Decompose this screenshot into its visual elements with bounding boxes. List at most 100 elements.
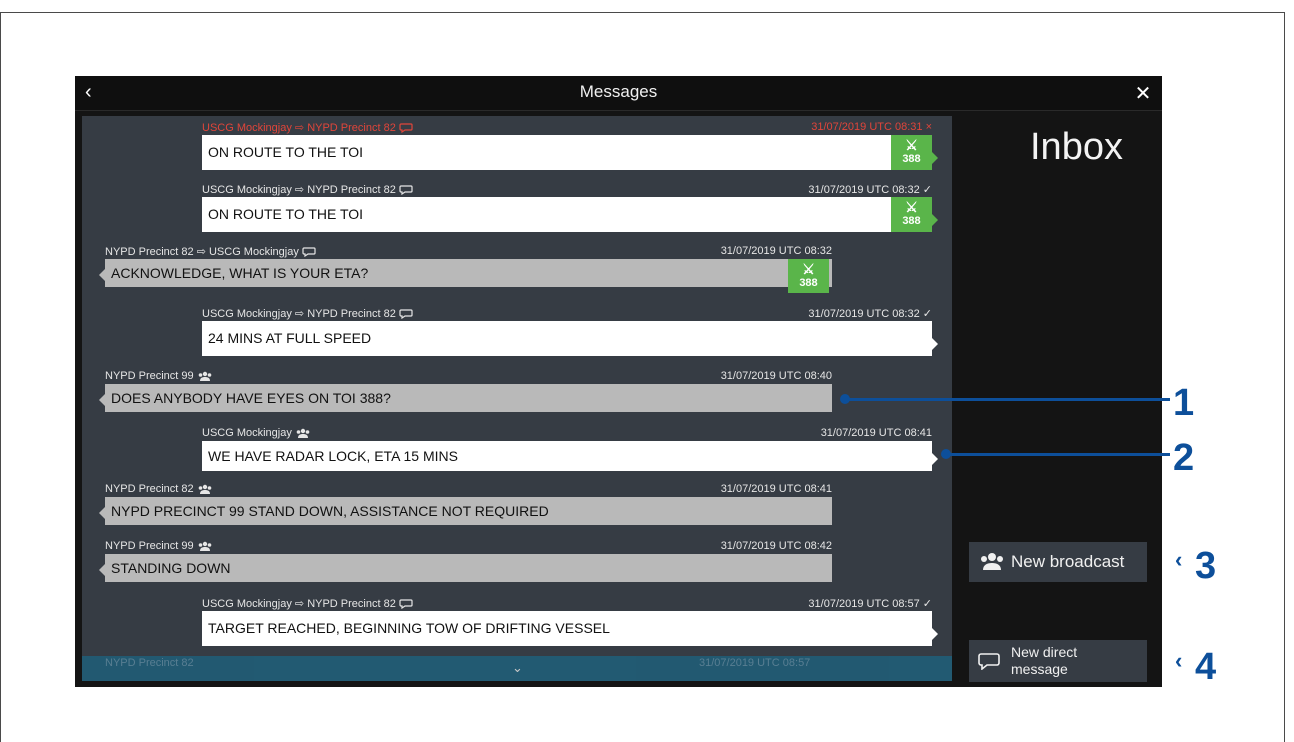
target-link-badge[interactable]: ⚔ 388 xyxy=(788,259,829,293)
message-sender: USCG Mockingjay xyxy=(202,427,311,439)
message-list[interactable]: USCG Mockingjay ⇨ NYPD Precinct 82 31/07… xyxy=(82,116,952,681)
message-text: WE HAVE RADAR LOCK, ETA 15 MINS xyxy=(208,448,458,464)
target-link-badge[interactable]: ⚔ 388 xyxy=(891,197,932,232)
bubble-tail xyxy=(932,152,938,164)
message-sender: USCG Mockingjay ⇨ NYPD Precinct 82 xyxy=(202,307,413,320)
message-text: DOES ANYBODY HAVE EYES ON TOI 388? xyxy=(111,390,391,406)
direct-message-icon xyxy=(978,653,1000,670)
message-item[interactable]: USCG Mockingjay ⇨ NYPD Precinct 82 31/07… xyxy=(202,182,938,234)
message-sender: NYPD Precinct 99 xyxy=(105,370,213,382)
bubble-tail xyxy=(932,628,938,640)
message-bubble: 24 MINS AT FULL SPEED xyxy=(202,321,938,356)
link-icon: ⚔ xyxy=(905,199,918,215)
bubble-tail xyxy=(932,453,938,465)
message-text: ON ROUTE TO THE TOI xyxy=(208,144,364,160)
message-time: 31/07/2019 UTC 08:31 × xyxy=(811,121,932,133)
message-time: 31/07/2019 UTC 08:32 xyxy=(720,245,832,257)
message-sender: NYPD Precinct 82 ⇨ USCG Mockingjay xyxy=(105,245,316,258)
message-header: NYPD Precinct 82 ⇨ USCG Mockingjay 31/07… xyxy=(105,244,832,258)
bubble-tail xyxy=(99,507,105,519)
message-time: 31/07/2019 UTC 08:32 ✓ xyxy=(808,184,932,196)
message-text: ACKNOWLEDGE, WHAT IS YOUR ETA? xyxy=(111,265,369,281)
message-time: 31/07/2019 UTC 08:57 xyxy=(699,657,811,669)
message-bubble: ON ROUTE TO THE TOI ⚔ 388 xyxy=(202,197,938,232)
message-header: USCG Mockingjay ⇨ NYPD Precinct 82 31/07… xyxy=(202,596,932,610)
callout-2-line xyxy=(949,453,1170,456)
callout-1-line xyxy=(848,398,1170,401)
link-icon: ⚔ xyxy=(802,261,815,277)
new-direct-message-button[interactable]: New direct message xyxy=(969,640,1147,682)
message-bubble: STANDING DOWN xyxy=(99,554,832,582)
callout-3-number: 3 xyxy=(1195,545,1217,587)
direct-message-icon xyxy=(399,599,413,610)
inbox-heading: Inbox xyxy=(1030,126,1123,168)
callout-3-pointer-icon: ‹ xyxy=(1175,547,1183,572)
message-header: USCG Mockingjay 31/07/2019 UTC 08:41 xyxy=(202,426,932,440)
callout-4-number: 4 xyxy=(1195,646,1217,688)
target-link-badge[interactable]: ⚔ 388 xyxy=(891,135,932,170)
message-text: 24 MINS AT FULL SPEED xyxy=(208,330,372,346)
message-bubble: ACKNOWLEDGE, WHAT IS YOUR ETA? ⚔ 388 xyxy=(99,259,832,293)
link-icon: ⚔ xyxy=(905,137,918,153)
direct-message-icon xyxy=(399,123,413,134)
message-time: 31/07/2019 UTC 08:32 ✓ xyxy=(808,308,932,320)
bubble-tail xyxy=(99,269,105,281)
broadcast-group-icon xyxy=(198,371,212,382)
message-item[interactable]: USCG Mockingjay ⇨ NYPD Precinct 82 31/07… xyxy=(202,596,938,648)
broadcast-group-icon xyxy=(198,541,212,552)
message-item[interactable]: NYPD Precinct 82 ⇨ USCG Mockingjay 31/07… xyxy=(99,244,832,293)
page-title: Messages xyxy=(579,82,658,101)
message-item[interactable]: NYPD Precinct 82 31/07/2019 UTC 08:41 NY… xyxy=(99,482,832,528)
message-header: NYPD Precinct 82 31/07/2019 UTC 08:41 xyxy=(105,482,832,496)
figure-frame-left xyxy=(0,12,1,742)
bubble-tail xyxy=(99,394,105,406)
message-bubble: WE HAVE RADAR LOCK, ETA 15 MINS xyxy=(202,441,938,471)
message-header: USCG Mockingjay ⇨ NYPD Precinct 82 31/07… xyxy=(202,120,932,134)
message-text: TARGET REACHED, BEGINNING TOW OF DRIFTIN… xyxy=(208,620,610,636)
message-time: 31/07/2019 UTC 08:57 ✓ xyxy=(808,598,932,610)
callout-2-number: 2 xyxy=(1173,437,1195,479)
message-text: NYPD PRECINCT 99 STAND DOWN, ASSISTANCE … xyxy=(111,503,549,519)
message-bubble: ON ROUTE TO THE TOI ⚔ 388 xyxy=(202,135,938,170)
broadcast-group-icon xyxy=(198,484,212,495)
message-time: 31/07/2019 UTC 08:41 xyxy=(720,483,832,495)
messages-screen: ‹ Messages ✕ USCG Mockingjay ⇨ NYPD Prec… xyxy=(75,76,1162,687)
new-broadcast-label: New broadcast xyxy=(1011,552,1125,571)
broadcast-group-icon xyxy=(296,428,310,439)
message-sender: USCG Mockingjay ⇨ NYPD Precinct 82 xyxy=(202,597,413,610)
bubble-tail xyxy=(99,564,105,576)
chevron-down-icon[interactable]: ⌄ xyxy=(512,660,523,676)
message-sender: USCG Mockingjay ⇨ NYPD Precinct 82 xyxy=(202,121,413,134)
message-bubble: DOES ANYBODY HAVE EYES ON TOI 388? xyxy=(99,384,832,412)
message-sender: NYPD Precinct 82 xyxy=(105,483,213,495)
figure-frame-top xyxy=(0,12,1284,13)
message-item[interactable]: NYPD Precinct 99 31/07/2019 UTC 08:42 ST… xyxy=(99,539,832,585)
callout-1-number: 1 xyxy=(1173,382,1195,424)
message-bubble: NYPD PRECINCT 99 STAND DOWN, ASSISTANCE … xyxy=(99,497,832,525)
new-direct-label-line2: message xyxy=(1011,661,1068,677)
message-item[interactable]: USCG Mockingjay 31/07/2019 UTC 08:41 WE … xyxy=(202,426,938,478)
message-item[interactable]: USCG Mockingjay ⇨ NYPD Precinct 82 31/07… xyxy=(202,306,938,358)
message-text: STANDING DOWN xyxy=(111,560,231,576)
message-item[interactable]: USCG Mockingjay ⇨ NYPD Precinct 82 31/07… xyxy=(202,120,938,172)
new-broadcast-button[interactable]: New broadcast xyxy=(969,542,1147,582)
message-header: NYPD Precinct 99 31/07/2019 UTC 08:42 xyxy=(105,539,832,553)
message-time: 31/07/2019 UTC 08:42 xyxy=(720,540,832,552)
message-sender: NYPD Precinct 82 xyxy=(105,657,194,669)
message-sender: USCG Mockingjay ⇨ NYPD Precinct 82 xyxy=(202,183,413,196)
callout-4-pointer-icon: ‹ xyxy=(1175,648,1183,673)
message-text: ON ROUTE TO THE TOI xyxy=(208,206,364,222)
message-time: 31/07/2019 UTC 08:41 xyxy=(820,427,932,439)
message-header: USCG Mockingjay ⇨ NYPD Precinct 82 31/07… xyxy=(202,306,932,320)
message-item[interactable]: NYPD Precinct 99 31/07/2019 UTC 08:40 DO… xyxy=(99,369,832,415)
message-bubble: TARGET REACHED, BEGINNING TOW OF DRIFTIN… xyxy=(202,611,938,646)
bubble-tail xyxy=(932,338,938,350)
close-icon[interactable]: ✕ xyxy=(1132,81,1154,105)
message-sender: NYPD Precinct 99 xyxy=(105,540,213,552)
message-header: NYPD Precinct 99 31/07/2019 UTC 08:40 xyxy=(105,369,832,383)
direct-message-icon xyxy=(302,247,316,258)
message-time: 31/07/2019 UTC 08:40 xyxy=(720,370,832,382)
figure-frame-right xyxy=(1284,12,1285,742)
bubble-tail xyxy=(932,214,938,226)
broadcast-group-icon xyxy=(981,553,1003,570)
